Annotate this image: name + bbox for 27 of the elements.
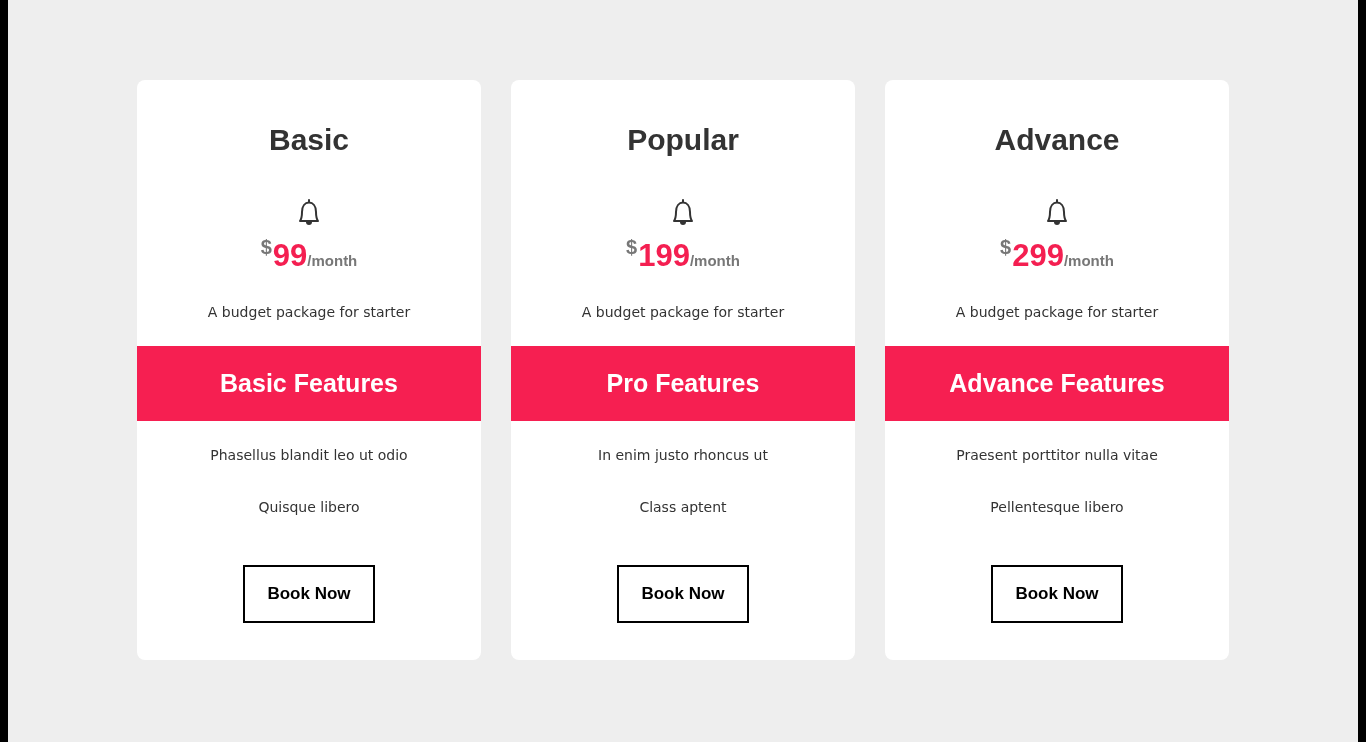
price-amount: 199: [638, 237, 690, 275]
feature-text: Praesent porttitor nulla vitae: [956, 446, 1158, 465]
plan-title: Basic: [268, 122, 350, 158]
currency-symbol: $: [260, 236, 272, 259]
book-now-button[interactable]: Book Now: [243, 565, 375, 623]
price-period: /month: [689, 252, 740, 269]
book-now-button[interactable]: Book Now: [991, 565, 1123, 623]
currency-symbol: $: [1000, 236, 1012, 259]
features-heading: Pro Features: [606, 369, 760, 398]
features-heading: Advance Features: [949, 369, 1165, 398]
plan-description: A budget package for starter: [581, 303, 785, 322]
price-period: /month: [307, 252, 358, 269]
plan-description: A budget package for starter: [955, 303, 1159, 322]
feature-text: Pellentesque libero: [990, 498, 1124, 517]
book-now-button[interactable]: Book Now: [617, 565, 749, 623]
price-amount: 299: [1012, 237, 1064, 275]
feature-text: Quisque libero: [258, 498, 360, 517]
feature-text: Phasellus blandit leo ut odio: [210, 446, 408, 465]
features-heading: Basic Features: [220, 369, 398, 398]
plan-title: Advance: [994, 122, 1120, 158]
plan-description: A budget package for starter: [207, 303, 411, 322]
plan-title: Popular: [627, 122, 739, 158]
feature-text: Class aptent: [639, 498, 727, 517]
currency-symbol: $: [626, 236, 638, 259]
price-period: /month: [1063, 252, 1114, 269]
feature-text: In enim justo rhoncus ut: [598, 446, 768, 465]
price-amount: 99: [272, 237, 308, 275]
